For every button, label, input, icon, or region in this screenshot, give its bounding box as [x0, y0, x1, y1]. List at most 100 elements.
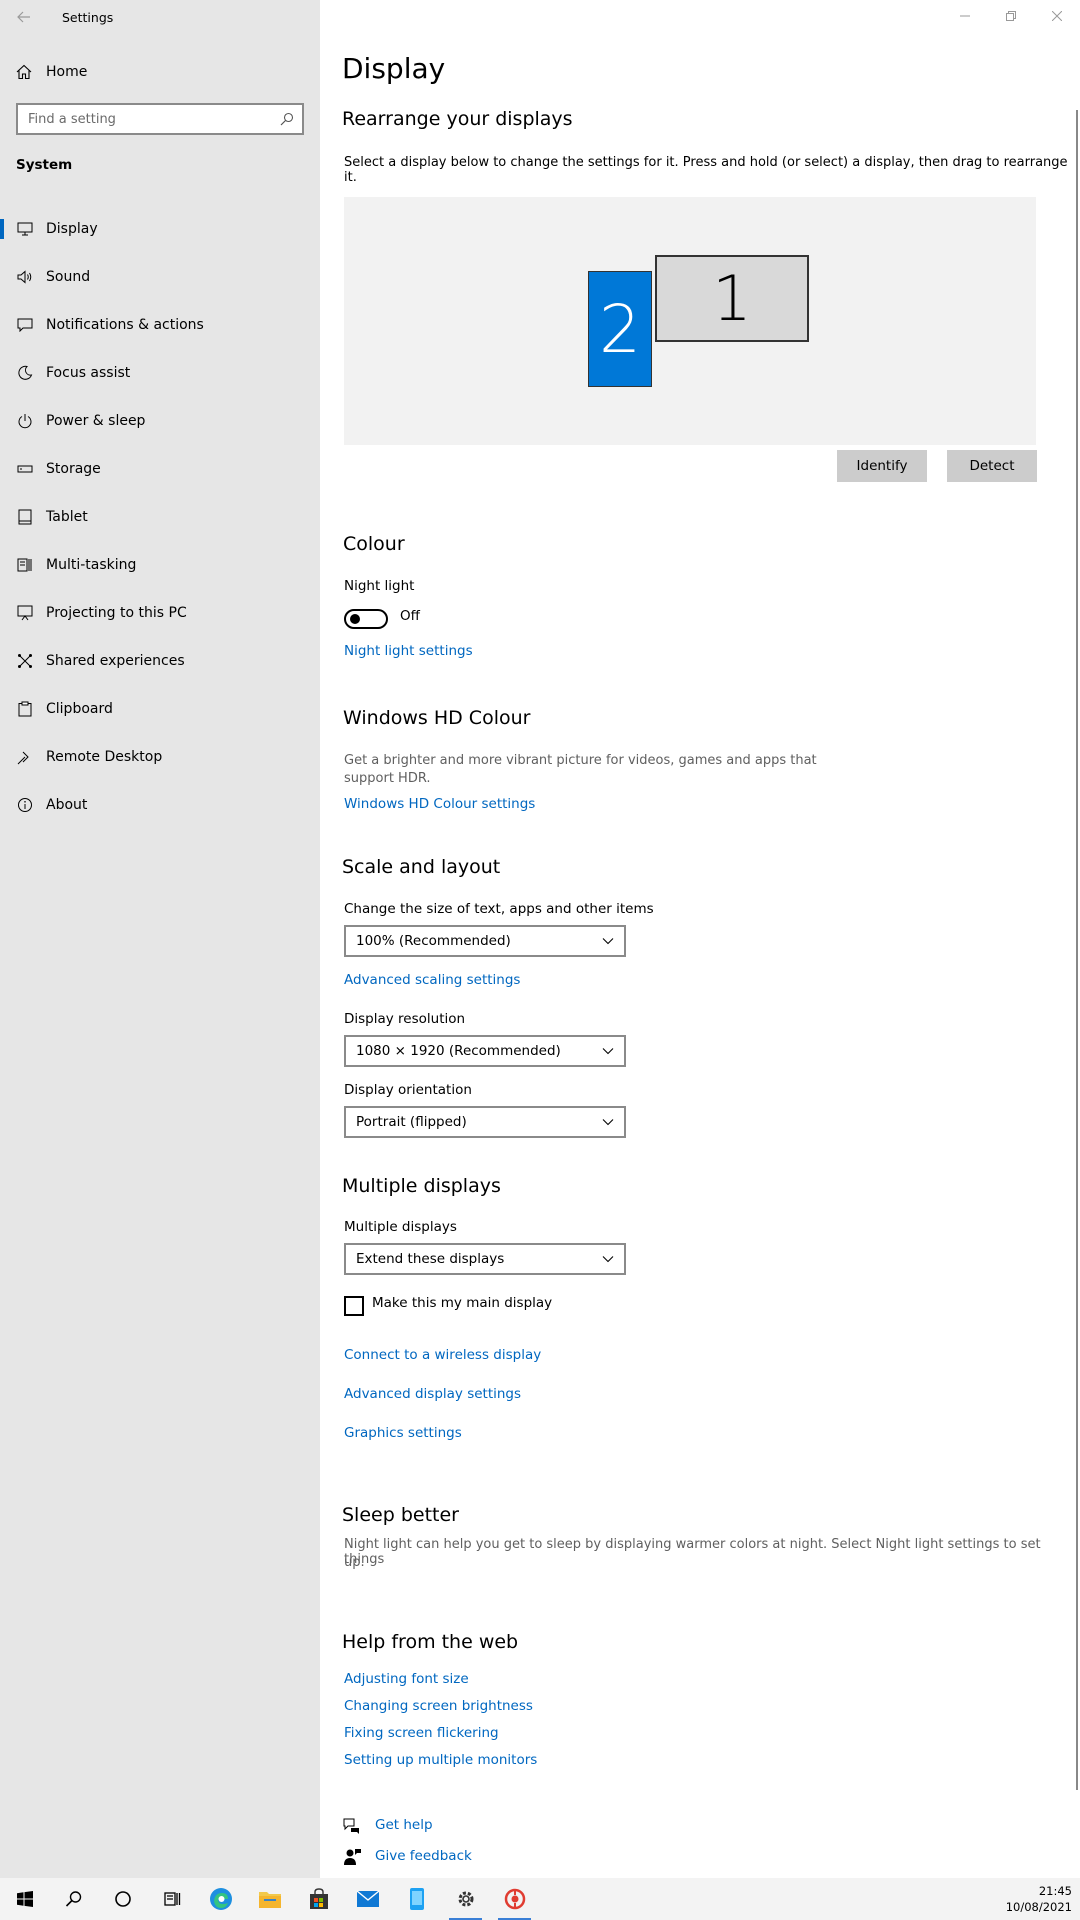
sidebar-item-multitasking[interactable]: Multi-tasking	[0, 541, 320, 589]
graphics-settings-link[interactable]: Graphics settings	[344, 1425, 462, 1441]
power-icon	[16, 412, 34, 430]
main-display-checkbox[interactable]	[344, 1296, 364, 1316]
sidebar-item-shared-experiences[interactable]: Shared experiences	[0, 637, 320, 685]
sleep-description-line2: up.	[344, 1555, 365, 1570]
back-arrow-icon	[17, 11, 30, 23]
notification-icon	[16, 316, 34, 334]
taskbar-edge[interactable]	[196, 1878, 245, 1920]
task-view-button[interactable]	[147, 1878, 196, 1920]
sidebar-item-label: Notifications & actions	[46, 317, 204, 333]
get-help-link[interactable]: Get help	[375, 1817, 433, 1833]
wireless-display-link[interactable]: Connect to a wireless display	[344, 1347, 541, 1363]
sidebar-item-storage[interactable]: Storage	[0, 445, 320, 493]
search-icon	[280, 112, 294, 126]
night-light-state: Off	[400, 608, 420, 624]
start-button[interactable]	[0, 1878, 49, 1920]
page-title: Display	[342, 52, 446, 85]
minimize-button[interactable]	[942, 0, 988, 32]
taskbar-file-explorer[interactable]	[245, 1878, 294, 1920]
sidebar-item-notifications[interactable]: Notifications & actions	[0, 301, 320, 349]
info-icon	[16, 796, 34, 814]
taskbar-store[interactable]	[294, 1878, 343, 1920]
clipboard-icon	[16, 700, 34, 718]
multiple-displays-value: Extend these displays	[356, 1251, 505, 1267]
multiple-displays-heading: Multiple displays	[342, 1175, 501, 1197]
search-input[interactable]: Find a setting	[16, 103, 304, 135]
restore-icon	[1006, 11, 1016, 21]
help-link-multiple-monitors[interactable]: Setting up multiple monitors	[344, 1752, 537, 1768]
sidebar-item-clipboard[interactable]: Clipboard	[0, 685, 320, 733]
help-link-font-size[interactable]: Adjusting font size	[344, 1671, 469, 1687]
resolution-label: Display resolution	[344, 1011, 466, 1027]
projector-icon	[16, 604, 34, 622]
shared-icon	[16, 652, 34, 670]
sidebar-item-label: Focus assist	[46, 365, 131, 381]
moon-icon	[16, 364, 34, 382]
sidebar-item-projecting[interactable]: Projecting to this PC	[0, 589, 320, 637]
cortana-button[interactable]	[98, 1878, 147, 1920]
multiple-displays-label: Multiple displays	[344, 1219, 457, 1235]
colour-heading: Colour	[343, 533, 405, 555]
display-arrangement-area: 2 1	[344, 197, 1036, 445]
back-button[interactable]	[0, 0, 48, 34]
night-light-settings-link[interactable]: Night light settings	[344, 643, 473, 659]
sidebar-item-tablet[interactable]: Tablet	[0, 493, 320, 541]
hd-colour-description-line2: support HDR.	[344, 771, 431, 786]
night-light-toggle[interactable]	[344, 609, 388, 629]
window-controls	[942, 0, 1080, 32]
night-light-label: Night light	[344, 578, 415, 594]
help-link-flickering[interactable]: Fixing screen flickering	[344, 1725, 499, 1741]
give-feedback-link[interactable]: Give feedback	[375, 1848, 472, 1864]
sidebar-item-about[interactable]: About	[0, 781, 320, 829]
clock-time: 21:45	[1038, 1884, 1072, 1898]
feedback-icon	[344, 1849, 361, 1865]
rearrange-heading: Rearrange your displays	[342, 108, 573, 130]
sleep-description-line1: Night light can help you get to sleep by…	[344, 1537, 1041, 1567]
taskbar-phone[interactable]	[392, 1878, 441, 1920]
scale-select[interactable]: 100% (Recommended)	[344, 925, 626, 957]
taskbar-app[interactable]	[490, 1878, 539, 1920]
scale-value: 100% (Recommended)	[356, 933, 511, 949]
detect-button[interactable]: Detect	[947, 450, 1037, 482]
store-bag-icon	[309, 1888, 328, 1909]
monitor-1[interactable]: 1	[655, 255, 809, 342]
identify-button[interactable]: Identify	[837, 450, 927, 482]
home-label: Home	[46, 64, 88, 80]
remote-desktop-icon	[16, 748, 34, 766]
monitor-2[interactable]: 2	[588, 271, 652, 387]
sidebar-item-label: About	[46, 797, 88, 813]
close-button[interactable]	[1034, 0, 1080, 32]
taskbar-clock[interactable]: 21:45 10/08/2021	[1006, 1883, 1072, 1915]
search-icon	[65, 1891, 81, 1907]
orientation-label: Display orientation	[344, 1082, 472, 1098]
sidebar: Settings Home Find a setting System Disp…	[0, 0, 320, 1878]
home-nav-item[interactable]: Home	[0, 56, 320, 88]
minimize-icon	[960, 15, 970, 17]
sidebar-item-sound[interactable]: Sound	[0, 253, 320, 301]
nav-list: Display Sound Notifications & actions Fo…	[0, 205, 320, 829]
sleep-heading: Sleep better	[342, 1504, 459, 1526]
sidebar-item-focus-assist[interactable]: Focus assist	[0, 349, 320, 397]
resolution-select[interactable]: 1080 × 1920 (Recommended)	[344, 1035, 626, 1067]
folder-icon	[258, 1892, 281, 1908]
orientation-select[interactable]: Portrait (flipped)	[344, 1106, 626, 1138]
sidebar-item-label: Storage	[46, 461, 101, 477]
advanced-scaling-link[interactable]: Advanced scaling settings	[344, 972, 520, 988]
storage-icon	[16, 460, 34, 478]
sidebar-item-power-sleep[interactable]: Power & sleep	[0, 397, 320, 445]
multiple-displays-select[interactable]: Extend these displays	[344, 1243, 626, 1275]
scale-heading: Scale and layout	[342, 856, 501, 878]
advanced-display-link[interactable]: Advanced display settings	[344, 1386, 521, 1402]
help-link-brightness[interactable]: Changing screen brightness	[344, 1698, 533, 1714]
sidebar-item-remote-desktop[interactable]: Remote Desktop	[0, 733, 320, 781]
taskbar: 21:45 10/08/2021	[0, 1878, 1080, 1920]
taskbar-mail[interactable]	[343, 1878, 392, 1920]
sidebar-item-display[interactable]: Display	[0, 205, 320, 253]
windows-logo-icon	[16, 1891, 33, 1907]
hd-colour-settings-link[interactable]: Windows HD Colour settings	[344, 796, 535, 812]
section-title: System	[16, 157, 73, 173]
search-button[interactable]	[49, 1878, 98, 1920]
restore-button[interactable]	[988, 0, 1034, 32]
orientation-value: Portrait (flipped)	[356, 1114, 467, 1130]
taskbar-settings[interactable]	[441, 1878, 490, 1920]
